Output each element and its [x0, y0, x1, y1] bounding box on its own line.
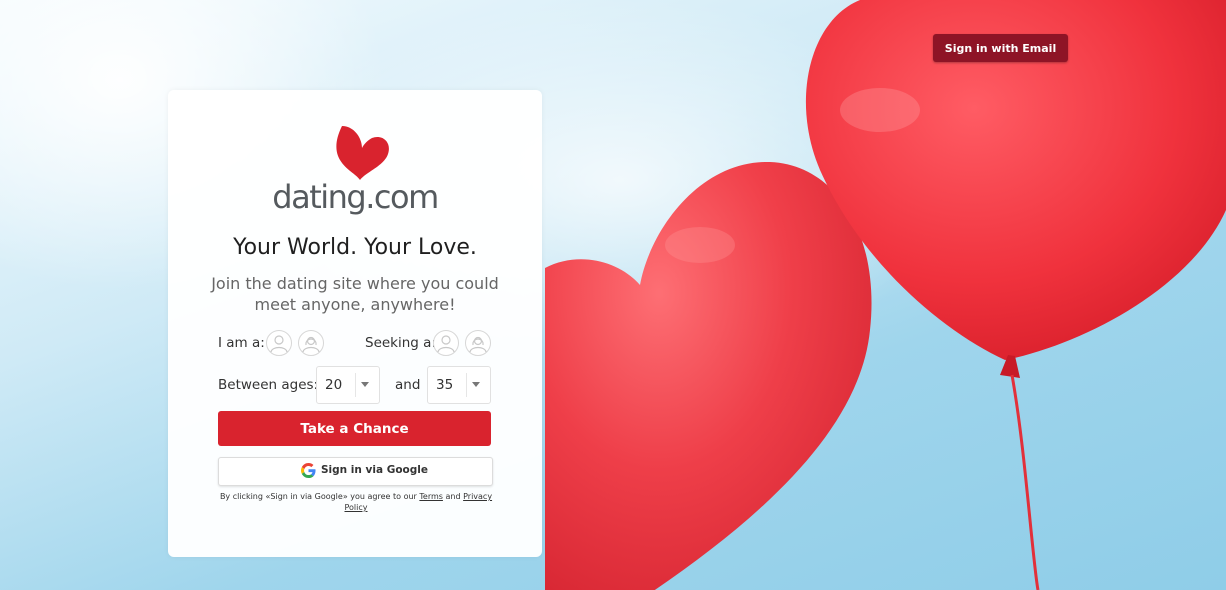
sign-in-via-google-button[interactable]: Sign in via Google	[218, 457, 493, 486]
terms-link[interactable]: Terms	[419, 492, 443, 501]
seeking-male-option[interactable]	[433, 330, 459, 356]
chevron-down-icon	[361, 382, 369, 387]
google-icon	[301, 463, 316, 478]
female-avatar-icon	[302, 336, 320, 353]
and-label: and	[395, 377, 421, 393]
headline: Your World. Your Love.	[233, 235, 477, 260]
legal-prefix: By clicking «Sign in via Google» you agr…	[219, 492, 417, 501]
between-ages-label: Between ages:	[218, 377, 319, 393]
female-avatar-icon	[469, 336, 487, 353]
select-divider	[355, 373, 356, 397]
take-a-chance-button[interactable]: Take a Chance	[218, 411, 491, 446]
chevron-down-icon	[472, 382, 480, 387]
i-am-male-option[interactable]	[266, 330, 292, 356]
seeking-label: Seeking a:	[365, 335, 436, 351]
subheadline: Join the dating site where you could mee…	[211, 274, 499, 314]
i-am-female-option[interactable]	[298, 330, 324, 356]
male-avatar-icon	[270, 335, 288, 353]
sign-in-with-email-button[interactable]: Sign in with Email	[933, 34, 1068, 62]
age-max-select[interactable]: 35	[427, 366, 491, 404]
google-button-label: Sign in via Google	[321, 464, 429, 476]
i-am-label: I am a:	[218, 335, 265, 351]
select-divider	[466, 373, 467, 397]
age-min-value: 20	[325, 377, 343, 393]
age-max-value: 35	[436, 377, 454, 393]
signup-card: dating.com Your World. Your Love. Join t…	[168, 90, 542, 557]
age-min-select[interactable]: 20	[316, 366, 380, 404]
legal-and: and	[445, 492, 461, 501]
male-avatar-icon	[437, 335, 455, 353]
heart-logo-icon	[336, 126, 389, 180]
logo-wordmark: dating.com	[272, 178, 439, 216]
legal-notice: By clicking «Sign in via Google» you agr…	[216, 491, 496, 513]
seeking-female-option[interactable]	[465, 330, 491, 356]
